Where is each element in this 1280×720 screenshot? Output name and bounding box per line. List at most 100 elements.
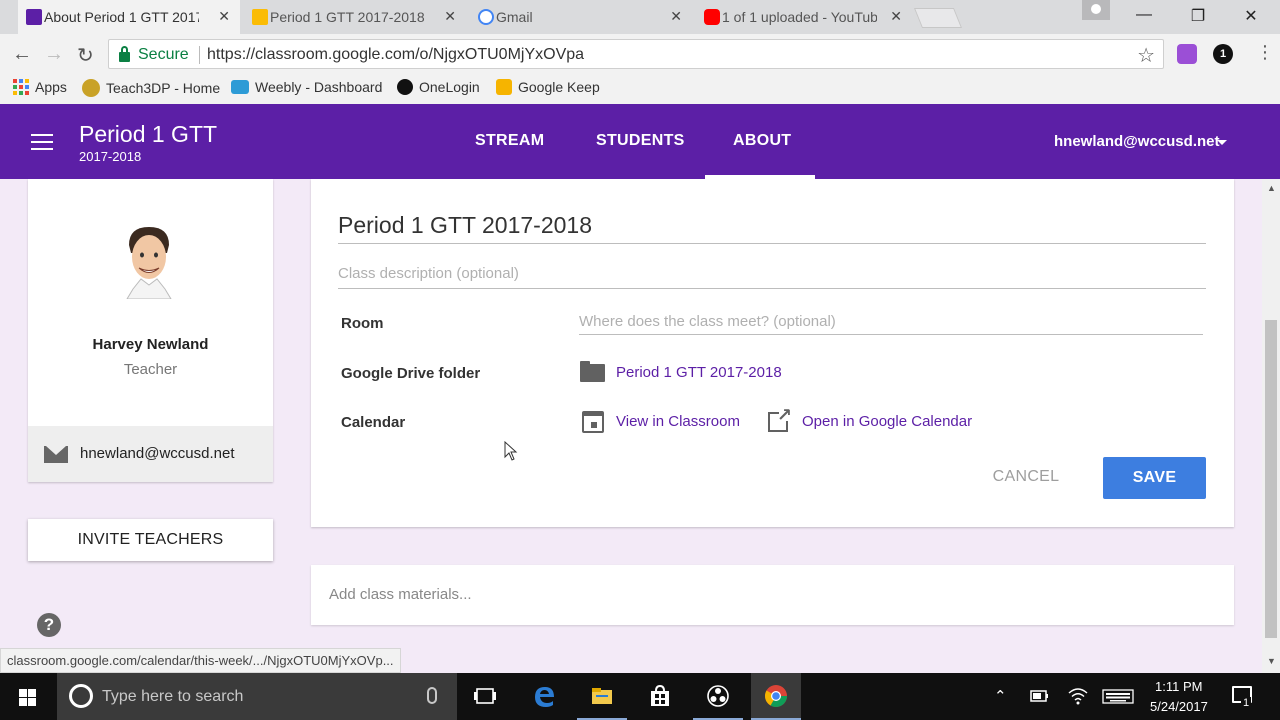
bookmarks-bar: Apps Teach3DP - Home Weebly - Dashboard … — [0, 74, 1280, 104]
wifi-icon[interactable] — [1068, 687, 1088, 705]
account-menu[interactable]: hnewland@wccusd.net — [1054, 133, 1219, 150]
page-scrollbar[interactable]: ▲ ▼ — [1262, 179, 1280, 673]
forward-arrow-icon[interactable]: → — [44, 43, 64, 66]
bookmark-label: Teach3DP - Home — [106, 80, 221, 96]
class-description-input[interactable]: Class description (optional) — [338, 265, 1206, 289]
new-tab-button[interactable] — [913, 8, 963, 28]
teacher-email[interactable]: hnewland@wccusd.net — [80, 445, 234, 462]
open-in-google-calendar-link[interactable]: Open in Google Calendar — [802, 413, 972, 430]
class-title[interactable]: Period 1 GTT — [79, 121, 217, 148]
onelogin-extension-icon[interactable]: 1 — [1213, 44, 1233, 64]
secure-label: Secure — [138, 46, 189, 63]
add-class-materials-input[interactable]: Add class materials... — [329, 586, 472, 603]
bookmark-label: Apps — [35, 79, 67, 95]
browser-toolbar: ← → ↻ Secure https://classroom.google.co… — [0, 34, 1280, 74]
room-label: Room — [341, 315, 384, 332]
apps-grid-icon — [13, 79, 29, 95]
browser-tab-classroom[interactable]: About Period 1 GTT 2017-2018 ✕ — [18, 0, 240, 34]
profile-icon[interactable] — [1082, 0, 1110, 20]
hamburger-menu-icon[interactable] — [31, 134, 53, 150]
bookmark-weebly[interactable]: Weebly - Dashboard — [231, 79, 382, 95]
class-materials-card[interactable]: Add class materials... — [311, 565, 1234, 625]
scrollbar-thumb[interactable] — [1265, 320, 1277, 638]
taskbar-search[interactable]: Type here to search — [57, 673, 457, 720]
url-divider — [199, 46, 200, 64]
browser-tab-gmail[interactable]: Gmail ✕ — [470, 0, 692, 34]
store-icon — [651, 684, 669, 706]
reload-icon[interactable]: ↻ — [77, 43, 94, 68]
invite-teachers-button[interactable]: INVITE TEACHERS — [28, 519, 273, 561]
youtube-favicon-icon — [704, 9, 720, 25]
bookmark-google-keep[interactable]: Google Keep — [496, 79, 600, 95]
scroll-down-icon[interactable]: ▼ — [1267, 656, 1276, 666]
taskbar-obs[interactable] — [693, 673, 743, 720]
back-arrow-icon[interactable]: ← — [12, 43, 32, 66]
clock-date[interactable]: 5/24/2017 — [1150, 699, 1208, 714]
teacher-role: Teacher — [123, 361, 178, 378]
tab-students[interactable]: STUDENTS — [596, 132, 685, 150]
classroom-favicon-icon — [26, 9, 42, 25]
cortana-icon[interactable] — [69, 684, 93, 708]
tab-label: About Period 1 GTT 2017-2018 — [44, 9, 199, 25]
chrome-icon — [765, 685, 787, 707]
tab-close-icon[interactable]: ✕ — [444, 8, 456, 25]
restore-icon[interactable]: ❐ — [1187, 6, 1209, 26]
address-bar[interactable]: Secure https://classroom.google.com/o/Nj… — [108, 39, 1164, 69]
secure-indicator[interactable]: Secure — [119, 46, 189, 64]
taskbar-file-explorer[interactable] — [577, 673, 627, 720]
clock-time[interactable]: 1:11 PM — [1155, 679, 1202, 694]
windows-start-icon[interactable] — [19, 689, 36, 706]
tab-label: Period 1 GTT 2017-2018 — [270, 9, 425, 25]
extension-icon[interactable] — [1177, 44, 1197, 64]
taskbar-edge[interactable] — [519, 673, 569, 720]
calendar-icon — [582, 411, 604, 433]
bookmark-teach3dp[interactable]: Teach3DP - Home — [82, 79, 220, 97]
classroom-header: Period 1 GTT 2017-2018 STREAM STUDENTS A… — [0, 104, 1280, 179]
bookmark-star-icon[interactable]: ☆ — [1137, 43, 1155, 68]
windows-taskbar: Type here to search ⌃ 1:11 PM 5/24/2017 … — [0, 673, 1280, 720]
bookmark-onelogin[interactable]: OneLogin — [397, 79, 480, 95]
save-button[interactable]: SAVE — [1103, 457, 1206, 499]
help-icon[interactable]: ? — [37, 613, 61, 637]
keyboard-icon[interactable] — [1102, 689, 1134, 704]
class-subtitle: 2017-2018 — [79, 149, 142, 164]
scroll-up-icon[interactable]: ▲ — [1267, 183, 1276, 193]
open-external-icon — [768, 405, 792, 432]
show-hidden-icons-icon[interactable]: ⌃ — [994, 687, 1007, 705]
tab-stream[interactable]: STREAM — [475, 132, 544, 150]
account-dropdown-icon[interactable] — [1217, 140, 1227, 145]
window-close-icon[interactable]: ✕ — [1240, 6, 1262, 26]
task-view-button[interactable] — [460, 673, 510, 720]
obs-icon — [707, 685, 729, 707]
tab-close-icon[interactable]: ✕ — [890, 8, 902, 25]
battery-icon[interactable] — [1030, 690, 1050, 702]
class-name-input[interactable]: Period 1 GTT 2017-2018 — [338, 212, 1206, 244]
tab-close-icon[interactable]: ✕ — [670, 8, 682, 25]
taskbar-chrome[interactable] — [751, 673, 801, 720]
bookmark-apps[interactable]: Apps — [13, 79, 67, 95]
mail-icon — [44, 446, 68, 463]
microphone-icon[interactable] — [427, 687, 437, 704]
browser-tab-strip: About Period 1 GTT 2017-2018 ✕ Period 1 … — [0, 0, 1280, 34]
url-text[interactable]: https://classroom.google.com/o/NjgxOTU0M… — [207, 46, 584, 64]
lock-icon — [119, 46, 130, 62]
tab-about[interactable]: ABOUT — [733, 132, 791, 150]
minimize-icon[interactable]: — — [1133, 6, 1155, 24]
view-in-classroom-link[interactable]: View in Classroom — [616, 413, 740, 430]
teacher-email-row[interactable]: hnewland@wccusd.net — [28, 426, 273, 482]
browser-tab-youtube[interactable]: 1 of 1 uploaded - YouTube ✕ — [696, 0, 912, 34]
tab-label: 1 of 1 uploaded - YouTube — [722, 9, 877, 25]
taskbar-store[interactable] — [635, 673, 685, 720]
room-input[interactable]: Where does the class meet? (optional) — [579, 313, 1203, 335]
teacher-name: Harvey Newland — [92, 336, 209, 353]
folder-icon — [580, 361, 605, 382]
taskbar-search-input[interactable]: Type here to search — [102, 688, 243, 706]
drive-folder-link[interactable]: Period 1 GTT 2017-2018 — [616, 364, 782, 381]
browser-tab-drive[interactable]: Period 1 GTT 2017-2018 ✕ — [244, 0, 466, 34]
cancel-button[interactable]: CANCEL — [981, 461, 1071, 493]
teacher-card: Harvey Newland Teacher hnewland@wccusd.n… — [28, 179, 273, 482]
tab-close-icon[interactable]: ✕ — [218, 8, 230, 25]
chrome-menu-icon[interactable]: ⋮ — [1256, 42, 1274, 63]
bookmark-label: Weebly - Dashboard — [255, 79, 383, 95]
bookmark-label: Google Keep — [518, 79, 600, 95]
